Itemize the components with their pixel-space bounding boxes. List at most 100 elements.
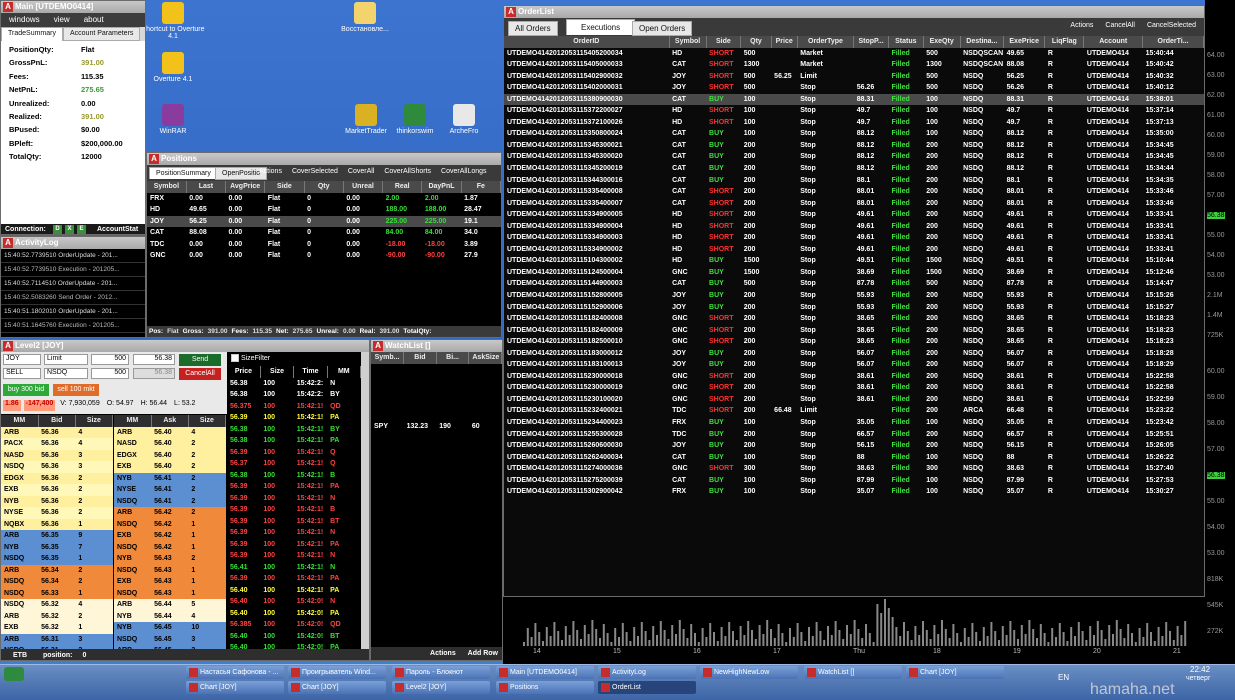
taskbar-button[interactable]: Пароль - Блокнот	[392, 666, 490, 679]
order-row[interactable]: UTDEMO4142012053115234400023 FRX BUY 100 Sto…	[504, 417, 1204, 429]
order-type-select[interactable]: Limit	[44, 354, 88, 365]
send-button[interactable]: Send	[179, 354, 221, 366]
order-row[interactable]: UTDEMO4142012053115274000036 GNC SHORT 300 S…	[504, 463, 1204, 475]
book-row[interactable]: NYSE 56.36 2	[1, 507, 113, 519]
column-header[interactable]: Size	[188, 415, 226, 427]
book-row[interactable]: NSDQ 56.43 1	[114, 587, 226, 599]
language-indicator[interactable]: EN	[1058, 673, 1069, 682]
book-row[interactable]: ARB 56.40 4	[114, 426, 226, 438]
column-header[interactable]: MM	[327, 366, 361, 378]
taskbar-button[interactable]: OrderList	[598, 681, 696, 694]
book-row[interactable]: NYSE 56.41 2	[114, 484, 226, 496]
column-header[interactable]: Real	[382, 181, 423, 193]
order-row[interactable]: UTDEMO4142012053115334900003 HD SHORT 200 St…	[504, 232, 1204, 244]
column-header[interactable]: Ask	[151, 415, 189, 427]
watchlist-titlebar[interactable]: A WatchList []	[371, 340, 502, 352]
order-row[interactable]: UTDEMO4142012053115405200034 HD SHORT 500 Ma…	[504, 48, 1204, 60]
desktop-icon-winrar[interactable]: WinRAR	[138, 104, 208, 135]
order-row[interactable]: UTDEMO4142012053115302900042 FRX BUY 100 Sto…	[504, 486, 1204, 498]
book-row[interactable]: NYB 56.44 4	[114, 610, 226, 622]
taskbar-button[interactable]: Positions	[496, 681, 594, 694]
column-header[interactable]: ExePrice	[1003, 36, 1046, 48]
order-row[interactable]: UTDEMO4142012053115230000019 GNC SHORT 200 S…	[504, 382, 1204, 394]
column-header[interactable]: Account	[1083, 36, 1144, 48]
main-titlebar[interactable]: A Main [UTDEMO0414]	[1, 1, 145, 13]
table-row[interactable]: CAT 88.08 0.00 Flat 0 0.00 84.00 84.00 34.0	[147, 227, 501, 239]
actions-menu[interactable]: Actions	[1070, 22, 1093, 29]
tab-positionsummary[interactable]: PositionSummary	[149, 167, 218, 179]
book-row[interactable]: ARB 56.36 4	[1, 426, 113, 438]
order-row[interactable]: UTDEMO4142012053115183000012 JOY BUY 200 Sto…	[504, 348, 1204, 360]
symbol-field[interactable]: JOY	[3, 354, 41, 365]
order-row[interactable]: UTDEMO4142012053115260600030 JOY BUY 200 Sto…	[504, 440, 1204, 452]
order-row[interactable]: UTDEMO4142012053115104300002 HD BUY 1500 Sto…	[504, 255, 1204, 267]
order-row[interactable]: UTDEMO4142012053115345300021 CAT BUY 200 Sto…	[504, 140, 1204, 152]
positions-action-actions[interactable]: Actions	[259, 168, 282, 175]
sell-mkt-button[interactable]: sell 100 mkt	[53, 384, 99, 396]
price-field-2[interactable]: 56.38	[133, 368, 175, 379]
book-row[interactable]: NSDQ 56.43 1	[114, 564, 226, 576]
scrollbar[interactable]	[361, 352, 369, 650]
column-header[interactable]: OrderType	[797, 36, 855, 48]
order-row[interactable]: UTDEMO4142012053115334900004 HD SHORT 200 St…	[504, 221, 1204, 233]
column-header[interactable]: MM	[114, 415, 152, 427]
orderlist-titlebar[interactable]: A OrderList	[504, 6, 1204, 18]
column-header[interactable]: Symbol	[669, 36, 707, 48]
positions-action-coverselected[interactable]: CoverSelected	[292, 168, 338, 175]
order-row[interactable]: UTDEMO4142012053115380900030 CAT BUY 100 Sto…	[504, 93, 1204, 106]
cancel-all-button[interactable]: CancelAll	[1105, 22, 1135, 29]
book-row[interactable]: ARB 56.35 9	[1, 530, 113, 542]
book-row[interactable]: ARB 56.44 5	[114, 599, 226, 611]
column-header[interactable]: Bid	[403, 352, 437, 364]
order-row[interactable]: UTDEMO4142012053115262400034 CAT BUY 100 Sto…	[504, 452, 1204, 464]
book-row[interactable]: NSDQ 56.35 1	[1, 553, 113, 565]
positions-action-coverallshorts[interactable]: CoverAllShorts	[384, 168, 431, 175]
order-row[interactable]: UTDEMO4142012053115182400009 GNC SHORT 200 S…	[504, 325, 1204, 337]
column-header[interactable]: Unreal	[343, 181, 384, 193]
order-row[interactable]: UTDEMO4142012053115334900002 HD SHORT 200 St…	[504, 244, 1204, 256]
order-row[interactable]: UTDEMO4142012053115152800005 JOY BUY 200 Sto…	[504, 290, 1204, 302]
book-row[interactable]: NASD 56.40 2	[114, 438, 226, 450]
column-header[interactable]: Price	[227, 366, 261, 378]
size-filter[interactable]: SizeFilter	[227, 352, 361, 366]
column-header[interactable]: AskSize	[468, 352, 502, 364]
level2-titlebar[interactable]: A Level2 [JOY]	[1, 340, 369, 352]
book-row[interactable]: ARB 56.34 2	[1, 564, 113, 576]
taskbar-button[interactable]: Настасья Сафонова - ...	[186, 666, 284, 679]
book-row[interactable]: NSDQ 56.41 2	[114, 495, 226, 507]
cancel-all-button[interactable]: CancelAll	[179, 368, 221, 380]
order-row[interactable]: UTDEMO4142012053115345300020 CAT BUY 200 Sto…	[504, 151, 1204, 163]
size-filter-checkbox[interactable]	[231, 354, 239, 363]
order-row[interactable]: UTDEMO4142012053115182500010 GNC SHORT 200 S…	[504, 336, 1204, 348]
book-row[interactable]: NSDQ 56.34 2	[1, 576, 113, 588]
column-header[interactable]: MM	[1, 415, 39, 427]
positions-action-coverall[interactable]: CoverAll	[348, 168, 374, 175]
book-row[interactable]: NYB 56.36 2	[1, 495, 113, 507]
column-header[interactable]: OrderID	[504, 36, 670, 48]
table-row[interactable]: JOY 56.25 0.00 Flat 0 0.00 225.00 225.00 19.1	[147, 215, 501, 227]
order-row[interactable]: UTDEMO4142012053115230000018 GNC SHORT 200 S…	[504, 371, 1204, 383]
positions-titlebar[interactable]: A Positions	[147, 153, 501, 165]
order-row[interactable]: UTDEMO4142012053115335400008 CAT SHORT 200 S…	[504, 186, 1204, 198]
quantity-field[interactable]: 500	[91, 354, 129, 365]
taskbar-button[interactable]: Main [UTDEMO0414]	[496, 666, 594, 679]
desktop-icon-overture[interactable]: Overture 4.1	[138, 52, 208, 83]
activitylog-titlebar[interactable]: A ActivityLog	[1, 237, 145, 249]
book-row[interactable]: EXB 56.36 2	[1, 484, 113, 496]
table-row[interactable]: TDC 0.00 0.00 Flat 0 0.00 -18.00 -18.00 3.89	[147, 239, 501, 251]
order-row[interactable]: UTDEMO4142012053115255300028 TDC BUY 200 Sto…	[504, 429, 1204, 441]
column-header[interactable]: Side	[706, 36, 742, 48]
column-header[interactable]: Qty	[740, 36, 772, 48]
book-row[interactable]: NYB 56.35 7	[1, 541, 113, 553]
book-row[interactable]: NYB 56.45 10	[114, 622, 226, 634]
book-row[interactable]: NSDQ 56.36 3	[1, 461, 113, 473]
tab-all-orders[interactable]: All Orders	[508, 21, 558, 36]
order-row[interactable]: UTDEMO4142012053115230100020 GNC SHORT 200 S…	[504, 394, 1204, 406]
order-row[interactable]: UTDEMO4142012053115275200039 CAT BUY 100 Sto…	[504, 475, 1204, 487]
book-row[interactable]: EDGX 56.36 2	[1, 472, 113, 484]
desktop-icon-folder[interactable]: Восстановле...	[330, 2, 400, 33]
order-row[interactable]: UTDEMO4142012053115232400021 TDC SHORT 200 6…	[504, 405, 1204, 417]
side-select[interactable]: SELL	[3, 368, 41, 379]
book-row[interactable]: NSDQ 56.42 1	[114, 518, 226, 530]
taskbar-button[interactable]: Проигрыватель Wind...	[288, 666, 386, 679]
